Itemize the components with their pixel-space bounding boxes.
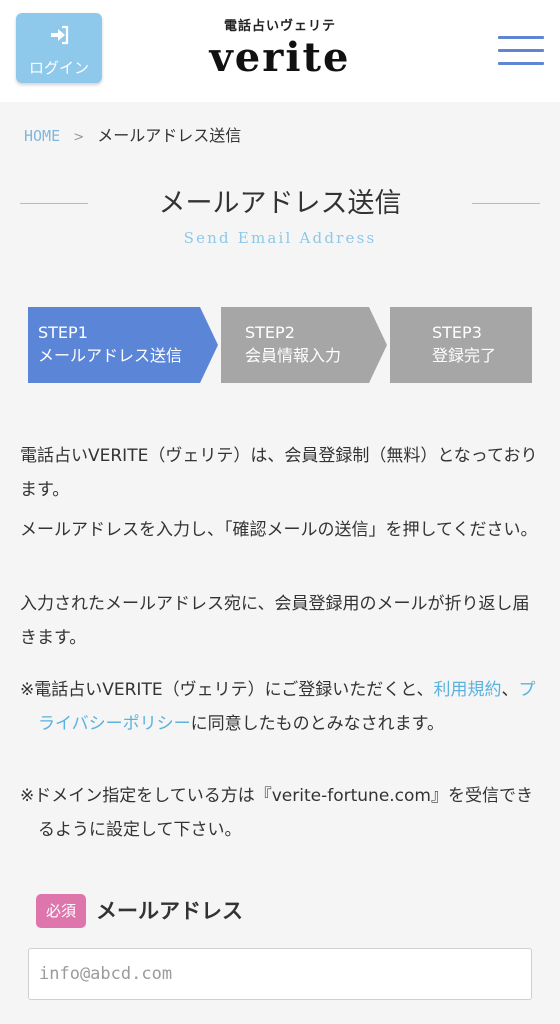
page-title: メールアドレス送信 xyxy=(158,188,402,219)
step-2-label: 会員情報入力 xyxy=(245,346,342,365)
step-3: STEP3 登録完了 xyxy=(390,307,532,383)
breadcrumb: HOME > メールアドレス送信 xyxy=(24,124,241,148)
logo-title: verite xyxy=(209,34,351,81)
domain-note: ※ドメイン指定をしている方は『verite-fortune.com』を受信できる… xyxy=(20,786,533,840)
step-1: STEP1 メールアドレス送信 xyxy=(28,307,218,383)
login-label: ログイン xyxy=(28,59,89,77)
step-2: STEP2 会員情報入力 xyxy=(221,307,387,383)
step-3-number: STEP3 xyxy=(432,323,482,342)
hamburger-menu-icon[interactable] xyxy=(498,36,544,66)
agreement-note-suffix: に同意したものとみなされます。 xyxy=(190,714,444,734)
required-badge: 必須 xyxy=(36,894,86,928)
page-subtitle: Send Email Address xyxy=(183,229,377,247)
intro-paragraph-3: 入力されたメールアドレス宛に、会員登録用のメールが折り返し届きます。 xyxy=(20,594,530,648)
intro-paragraph-1: 電話占いVERITE（ヴェリテ）は、会員登録制（無料）となっております。 xyxy=(20,446,538,500)
step-1-label: メールアドレス送信 xyxy=(38,346,183,365)
step-1-number: STEP1 xyxy=(38,323,88,342)
step-2-number: STEP2 xyxy=(245,323,295,342)
site-logo[interactable]: 電話占いヴェリテ verite xyxy=(200,18,360,84)
site-header: ログイン 電話占いヴェリテ verite xyxy=(0,0,560,102)
login-button[interactable]: ログイン xyxy=(16,13,102,83)
sign-in-icon xyxy=(51,25,69,45)
agreement-note: ※電話占いVERITE（ヴェリテ）にご登録いただくと、利用規約、プライバシーポリ… xyxy=(20,673,540,741)
email-field-label: メールアドレス xyxy=(96,899,243,923)
agreement-note-comma: 、 xyxy=(501,680,519,700)
breadcrumb-separator: > xyxy=(73,130,85,145)
step-3-label: 登録完了 xyxy=(432,346,497,365)
breadcrumb-current: メールアドレス送信 xyxy=(97,126,242,145)
breadcrumb-home-link[interactable]: HOME xyxy=(24,127,60,145)
intro-paragraph-2: メールアドレスを入力し、「確認メールの送信」を押してください。 xyxy=(20,520,538,540)
agreement-note-prefix: ※電話占いVERITE（ヴェリテ）にご登録いただくと、 xyxy=(20,680,434,700)
terms-of-use-link[interactable]: 利用規約 xyxy=(434,680,502,700)
email-input[interactable] xyxy=(28,948,532,1000)
